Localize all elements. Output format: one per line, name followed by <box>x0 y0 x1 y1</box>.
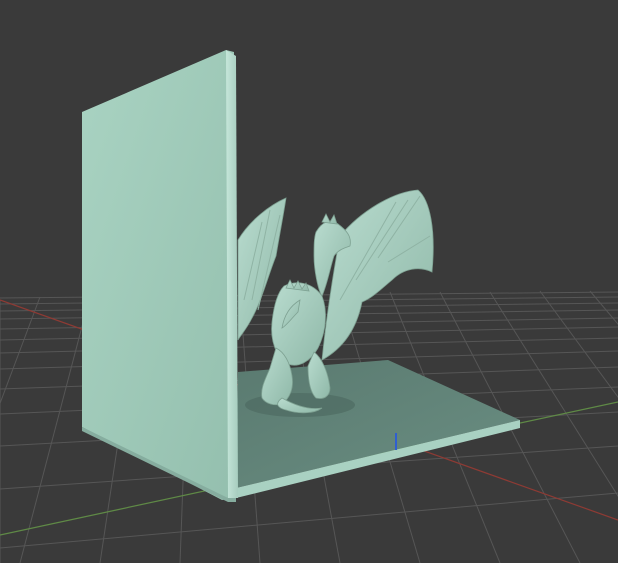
bookend-back-wall[interactable] <box>82 50 236 500</box>
bookend-wall-edge[interactable] <box>226 50 238 498</box>
scene-canvas[interactable] <box>0 0 618 563</box>
3d-viewport[interactable] <box>0 0 618 563</box>
